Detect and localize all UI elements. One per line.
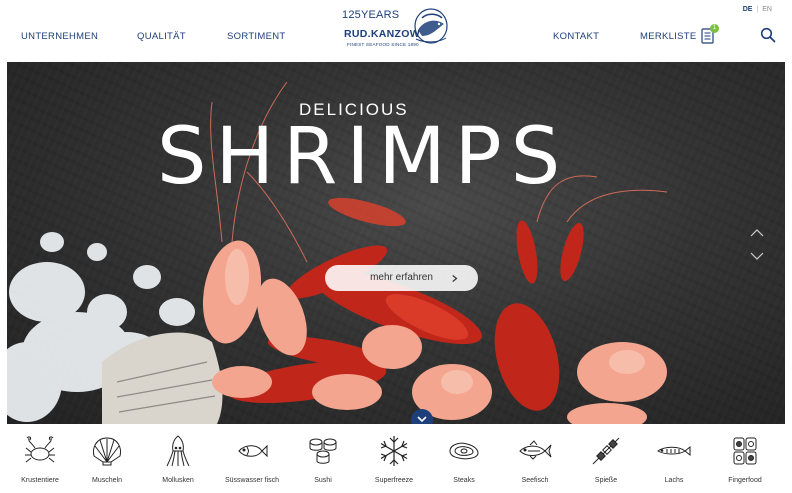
category-label: Superfreeze [374, 477, 414, 484]
snowflake-icon [380, 436, 408, 466]
logo-tagline: FINEST SEAFOOD SINCE 1890 [347, 42, 419, 47]
wishlist-count-badge: 1 [710, 24, 719, 33]
category-label: Spieße [594, 477, 618, 484]
squid-icon [166, 435, 190, 467]
shell-icon [93, 437, 121, 466]
hero-title: SHRIMPS [157, 112, 570, 202]
fingerfood-icon [733, 437, 757, 465]
brand-logo[interactable]: 125YEARS RUD.KANZOW FINEST SEAFOOD SINCE… [340, 6, 450, 52]
category-label: Seefisch [521, 477, 549, 484]
fish-icon [238, 444, 268, 458]
more-info-button[interactable]: mehr erfahren [325, 265, 478, 291]
logo-name: RUD.KANZOW [344, 28, 420, 40]
category-bar: Krustentiere Muscheln Mollusken Süsswass… [0, 424, 792, 493]
site-header: UNTERNEHMEN QUALITÄT SORTIMENT 125YEARS … [0, 0, 792, 62]
steak-icon [449, 442, 479, 460]
category-label: Steaks [453, 477, 475, 484]
slide-next-arrow-icon[interactable] [750, 251, 764, 261]
nav-qualitaet[interactable]: QUALITÄT [137, 31, 186, 42]
skewer-icon [592, 437, 620, 465]
hero-slider: DELICIOUS SHRIMPS mehr erfahren [7, 62, 785, 424]
category-spiesse[interactable]: Spieße [571, 424, 641, 493]
category-label: Lachs [664, 477, 684, 484]
lang-en[interactable]: EN [762, 6, 772, 13]
category-krustentiere[interactable]: Krustentiere [5, 424, 75, 493]
nav-sortiment[interactable]: SORTIMENT [227, 31, 285, 42]
category-superfreeze[interactable]: Superfreeze [359, 424, 429, 493]
nav-merkliste[interactable]: MERKLISTE [640, 31, 697, 42]
nav-unternehmen[interactable]: UNTERNEHMEN [21, 31, 98, 42]
fish-emblem-icon [414, 8, 448, 44]
category-label: Muscheln [92, 477, 122, 484]
category-steaks[interactable]: Steaks [429, 424, 499, 493]
lang-separator: | [756, 6, 759, 13]
language-switch: DE | EN [741, 6, 774, 13]
category-suesswasserfisch[interactable]: Süsswasser fisch [217, 424, 287, 493]
category-label: Krustentiere [21, 477, 59, 484]
chevron-right-icon [452, 275, 458, 282]
sea-fish-icon [519, 440, 552, 460]
category-label: Sushi [314, 477, 332, 484]
category-mollusken[interactable]: Mollusken [143, 424, 213, 493]
crab-icon [25, 436, 55, 463]
category-label: Süsswasser fisch [224, 477, 280, 484]
salmon-icon [657, 445, 691, 457]
category-label: Mollusken [162, 477, 194, 484]
slide-prev-arrow-icon[interactable] [750, 228, 764, 238]
nav-kontakt[interactable]: KONTAKT [553, 31, 599, 42]
logo-years: 125YEARS [342, 9, 400, 21]
category-sushi[interactable]: Sushi [288, 424, 358, 493]
category-muscheln[interactable]: Muscheln [72, 424, 142, 493]
category-seefisch[interactable]: Seefisch [500, 424, 570, 493]
category-label: Fingerfood [728, 477, 762, 484]
search-icon[interactable] [760, 27, 776, 43]
sushi-icon [309, 438, 337, 464]
category-fingerfood[interactable]: Fingerfood [710, 424, 780, 493]
category-lachs[interactable]: Lachs [639, 424, 709, 493]
scroll-down-button[interactable] [411, 409, 433, 424]
lang-de[interactable]: DE [743, 6, 753, 13]
chevron-down-icon [417, 416, 427, 423]
more-info-label: mehr erfahren [370, 272, 433, 283]
